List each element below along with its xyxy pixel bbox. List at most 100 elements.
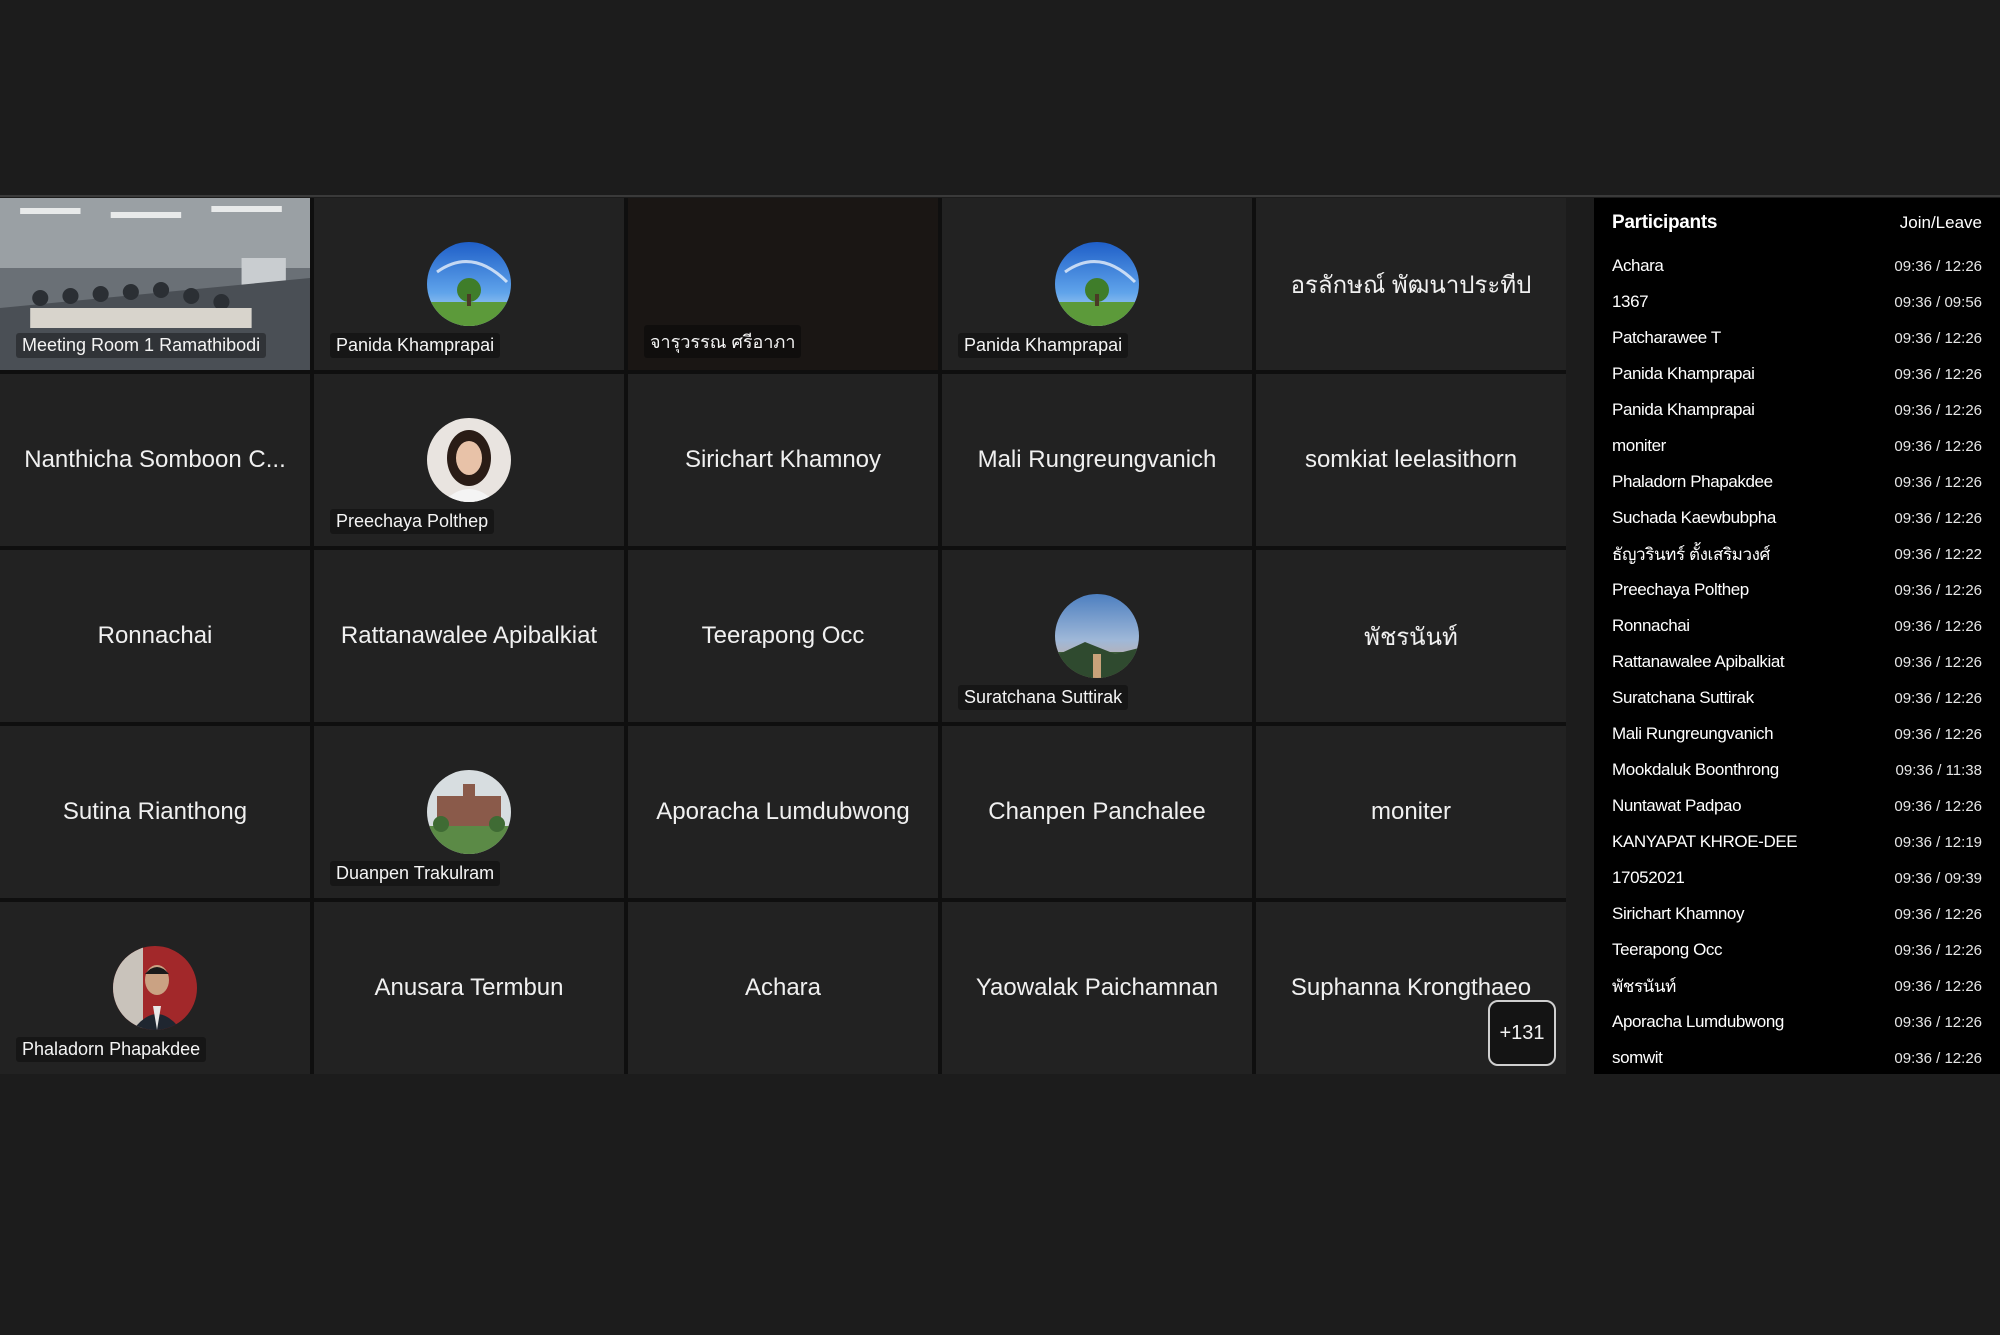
participant-row[interactable]: moniter 09:36 / 12:26 (1594, 428, 2000, 464)
participant-row[interactable]: Suratchana Suttirak 09:36 / 12:26 (1594, 680, 2000, 716)
participant-tile[interactable]: Suratchana Suttirak (942, 550, 1252, 722)
landscape-sky-avatar (427, 242, 511, 326)
participant-row-name: Suchada Kaewbubpha (1612, 508, 1776, 527)
participant-tile[interactable]: Teerapong Occ (628, 550, 938, 722)
participant-tile[interactable]: Chanpen Panchalee (942, 726, 1252, 898)
participant-row[interactable]: Achara 09:36 / 12:26 (1594, 248, 2000, 284)
participant-row[interactable]: KANYAPAT KHROE-DEE 09:36 / 12:19 (1594, 824, 2000, 860)
join-leave-time: 09:36 / 12:26 (1894, 1013, 1982, 1031)
participant-tile[interactable]: Anusara Termbun (314, 902, 624, 1074)
participant-tile[interactable]: Nanthicha Somboon C... (0, 374, 310, 546)
participant-row-name: Ronnachai (1612, 616, 1690, 635)
participant-row[interactable]: Phaladorn Phapakdee 09:36 / 12:26 (1594, 464, 2000, 500)
participant-name: Mali Rungreungvanich (977, 446, 1217, 473)
participant-name: Rattanawalee Apibalkiat (340, 622, 598, 649)
join-leave-time: 09:36 / 12:26 (1894, 437, 1982, 455)
participant-row-name: Panida Khamprapai (1612, 400, 1755, 419)
participant-row[interactable]: Mali Rungreungvanich 09:36 / 12:26 (1594, 716, 2000, 752)
participant-name: somkiat leelasithorn (1304, 446, 1518, 473)
participant-row[interactable]: Mookdaluk Boonthrong 09:36 / 11:38 (1594, 752, 2000, 788)
participant-row-name: ธัญวรินทร์ ตั้งเสริมวงศ์ (1612, 544, 1770, 564)
participants-header: Participants Join/Leave (1594, 198, 2000, 248)
participant-name-label: Panida Khamprapai (330, 333, 501, 358)
participant-name: Yaowalak Paichamnan (975, 974, 1219, 1001)
join-leave-time: 09:36 / 12:26 (1894, 617, 1982, 635)
participant-tile[interactable]: Duanpen Trakulram (314, 726, 624, 898)
participant-row-name: Mali Rungreungvanich (1612, 724, 1774, 743)
join-leave-time: 09:36 / 09:56 (1894, 293, 1982, 311)
join-leave-time: 09:36 / 12:26 (1894, 329, 1982, 347)
woman-portrait-avatar (427, 418, 511, 502)
participant-tile[interactable]: Yaowalak Paichamnan (942, 902, 1252, 1074)
participant-tile[interactable]: Panida Khamprapai (314, 198, 624, 370)
join-leave-time: 09:36 / 12:26 (1894, 473, 1982, 491)
participant-tile[interactable]: Achara (628, 902, 938, 1074)
participant-row-name: 1367 (1612, 292, 1649, 311)
participant-tile[interactable]: อรลักษณ์ พัฒนาประทีป (1256, 198, 1566, 370)
participant-row[interactable]: 1367 09:36 / 09:56 (1594, 284, 2000, 320)
participant-name: Sutina Rianthong (62, 798, 248, 825)
participant-row-name: Phaladorn Phapakdee (1612, 472, 1773, 491)
participant-row[interactable]: Nuntawat Padpao 09:36 / 12:26 (1594, 788, 2000, 824)
man-portrait-avatar (113, 946, 197, 1030)
participant-tile[interactable]: moniter (1256, 726, 1566, 898)
join-leave-time: 09:36 / 12:26 (1894, 905, 1982, 923)
top-divider (0, 195, 2000, 197)
join-leave-header[interactable]: Join/Leave (1900, 213, 1982, 233)
participant-row[interactable]: Suchada Kaewbubpha 09:36 / 12:26 (1594, 500, 2000, 536)
participant-row[interactable]: Teerapong Occ 09:36 / 12:26 (1594, 932, 2000, 968)
participant-name: Anusara Termbun (374, 974, 564, 1001)
participant-tile[interactable]: พัชรนันท์ (1256, 550, 1566, 722)
participant-row-name: Nuntawat Padpao (1612, 796, 1742, 815)
participant-row[interactable]: Ronnachai 09:36 / 12:26 (1594, 608, 2000, 644)
participant-tile[interactable]: Phaladorn Phapakdee (0, 902, 310, 1074)
participant-tile[interactable]: Ronnachai (0, 550, 310, 722)
landscape-sky-avatar (1055, 242, 1139, 326)
participant-row-name: Rattanawalee Apibalkiat (1612, 652, 1785, 671)
participant-row[interactable]: Panida Khamprapai 09:36 / 12:26 (1594, 356, 2000, 392)
participant-tile[interactable]: Mali Rungreungvanich (942, 374, 1252, 546)
join-leave-time: 09:36 / 12:22 (1894, 545, 1982, 563)
participant-tile[interactable]: Sutina Rianthong (0, 726, 310, 898)
join-leave-time: 09:36 / 12:26 (1894, 401, 1982, 419)
participant-row[interactable]: 17052021 09:36 / 09:39 (1594, 860, 2000, 896)
participant-tile[interactable]: Rattanawalee Apibalkiat (314, 550, 624, 722)
participant-row[interactable]: somwit 09:36 / 12:26 (1594, 1040, 2000, 1076)
join-leave-time: 09:36 / 12:19 (1894, 833, 1982, 851)
participant-row[interactable]: ธัญวรินทร์ ตั้งเสริมวงศ์ 09:36 / 12:22 (1594, 536, 2000, 572)
participant-tile[interactable]: Suphanna Krongthaeo +131 (1256, 902, 1566, 1074)
join-leave-time: 09:36 / 12:26 (1894, 941, 1982, 959)
garden-building-avatar (427, 770, 511, 854)
join-leave-time: 09:36 / 12:26 (1894, 977, 1982, 995)
participant-row-name: Sirichart Khamnoy (1612, 904, 1745, 923)
participant-tile[interactable]: Meeting Room 1 Ramathibodi (0, 198, 310, 370)
participant-tile[interactable]: somkiat leelasithorn (1256, 374, 1566, 546)
join-leave-time: 09:36 / 09:39 (1894, 869, 1982, 887)
participant-row[interactable]: Patcharawee T 09:36 / 12:26 (1594, 320, 2000, 356)
join-leave-time: 09:36 / 12:26 (1894, 509, 1982, 527)
participants-panel: Participants Join/Leave Achara 09:36 / 12… (1594, 198, 2000, 1074)
participant-row[interactable]: Rattanawalee Apibalkiat 09:36 / 12:26 (1594, 644, 2000, 680)
participants-list[interactable]: Achara 09:36 / 12:26 1367 09:36 / 09:56 Patc… (1594, 248, 2000, 1076)
participant-tile[interactable]: Aporacha Lumdubwong (628, 726, 938, 898)
participant-row[interactable]: Aporacha Lumdubwong 09:36 / 12:26 (1594, 1004, 2000, 1040)
participant-tile[interactable]: Sirichart Khamnoy (628, 374, 938, 546)
participant-tile[interactable]: จารุวรรณ ศรีอาภา (628, 198, 938, 370)
participant-row-name: Preechaya Polthep (1612, 580, 1749, 599)
join-leave-time: 09:36 / 12:26 (1894, 365, 1982, 383)
participant-row-name: Teerapong Occ (1612, 940, 1723, 959)
participant-name: อรลักษณ์ พัฒนาประทีป (1290, 271, 1532, 299)
participant-row-name: Patcharawee T (1612, 328, 1721, 347)
participant-tile[interactable]: Panida Khamprapai (942, 198, 1252, 370)
participant-row[interactable]: Panida Khamprapai 09:36 / 12:26 (1594, 392, 2000, 428)
participant-row-name: somwit (1612, 1048, 1663, 1067)
participant-row[interactable]: Sirichart Khamnoy 09:36 / 12:26 (1594, 896, 2000, 932)
more-participants-button[interactable]: +131 (1488, 1000, 1556, 1066)
join-leave-time: 09:36 / 11:38 (1895, 761, 1982, 779)
participant-row-name: Panida Khamprapai (1612, 364, 1755, 383)
participant-row[interactable]: Preechaya Polthep 09:36 / 12:26 (1594, 572, 2000, 608)
participant-row[interactable]: พัชรนันท์ 09:36 / 12:26 (1594, 968, 2000, 1004)
participant-row-name: Mookdaluk Boonthrong (1612, 760, 1779, 779)
participant-tile[interactable]: Preechaya Polthep (314, 374, 624, 546)
participants-title: Participants (1612, 212, 1718, 233)
